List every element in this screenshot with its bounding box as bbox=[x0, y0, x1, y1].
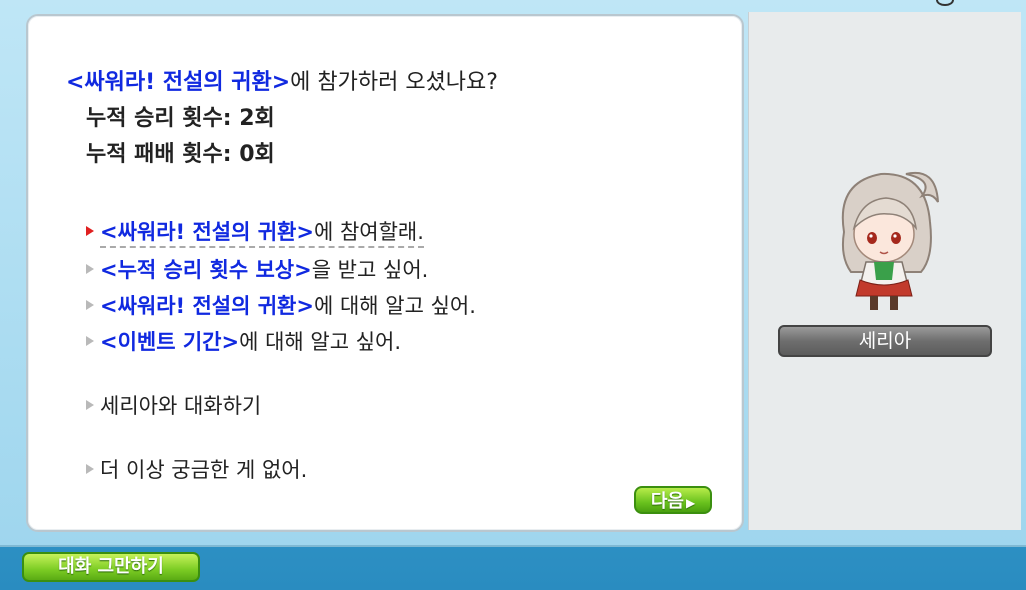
option-join-event[interactable]: <싸워라! 전설의 귀환>에 참여할래. bbox=[86, 216, 424, 248]
event-title: <싸워라! 전설의 귀환> bbox=[66, 70, 291, 95]
option-title: <싸워라! 전설의 귀환> bbox=[100, 294, 314, 318]
losses-count: 누적 패배 횟수: 0회 bbox=[86, 142, 275, 167]
option-talk[interactable]: 세리아와 대화하기 bbox=[86, 390, 261, 420]
next-button[interactable]: 다음 ▶ bbox=[634, 486, 712, 514]
option-title: <누적 승리 횟수 보상> bbox=[100, 258, 312, 282]
npc-nameplate: 세리아 bbox=[778, 325, 992, 357]
arrow-icon bbox=[86, 464, 94, 474]
arrow-icon bbox=[86, 400, 94, 410]
option-text: 세리아와 대화하기 bbox=[100, 394, 262, 418]
option-event-period[interactable]: <이벤트 기간>에 대해 알고 싶어. bbox=[86, 326, 401, 356]
next-arrow-icon: ▶ bbox=[685, 496, 696, 510]
next-label: 다음 bbox=[650, 491, 684, 512]
option-exit[interactable]: 더 이상 궁금한 게 없어. bbox=[86, 454, 307, 484]
option-text: 에 대해 알고 싶어. bbox=[313, 294, 476, 318]
arrow-icon bbox=[86, 264, 94, 274]
dialog-intro: <싸워라! 전설의 귀환>에 참가하러 오셨나요? bbox=[66, 64, 498, 96]
npc-dialog-panel: <싸워라! 전설의 귀환>에 참가하러 오셨나요? 누적 승리 횟수: 2회 누… bbox=[26, 14, 744, 532]
selected-arrow-icon bbox=[86, 226, 94, 236]
option-text: 에 참여할래. bbox=[313, 220, 424, 244]
arrow-icon bbox=[86, 336, 94, 346]
option-title: <이벤트 기간> bbox=[100, 330, 240, 354]
wins-count: 누적 승리 횟수: 2회 bbox=[86, 106, 275, 131]
option-event-info[interactable]: <싸워라! 전설의 귀환>에 대해 알고 싶어. bbox=[86, 290, 476, 320]
intro-text: 에 참가하러 오셨나요? bbox=[290, 70, 498, 95]
option-text: 에 대해 알고 싶어. bbox=[239, 330, 402, 354]
option-text: 을 받고 싶어. bbox=[311, 258, 429, 282]
option-title: <싸워라! 전설의 귀환> bbox=[100, 220, 314, 244]
option-win-reward[interactable]: <누적 승리 횟수 보상>을 받고 싶어. bbox=[86, 254, 428, 284]
end-chat-button[interactable]: 대화 그만하기 bbox=[22, 552, 200, 582]
option-text: 더 이상 궁금한 게 없어. bbox=[100, 458, 308, 482]
npc-portrait bbox=[841, 171, 939, 310]
arrow-icon bbox=[86, 300, 94, 310]
